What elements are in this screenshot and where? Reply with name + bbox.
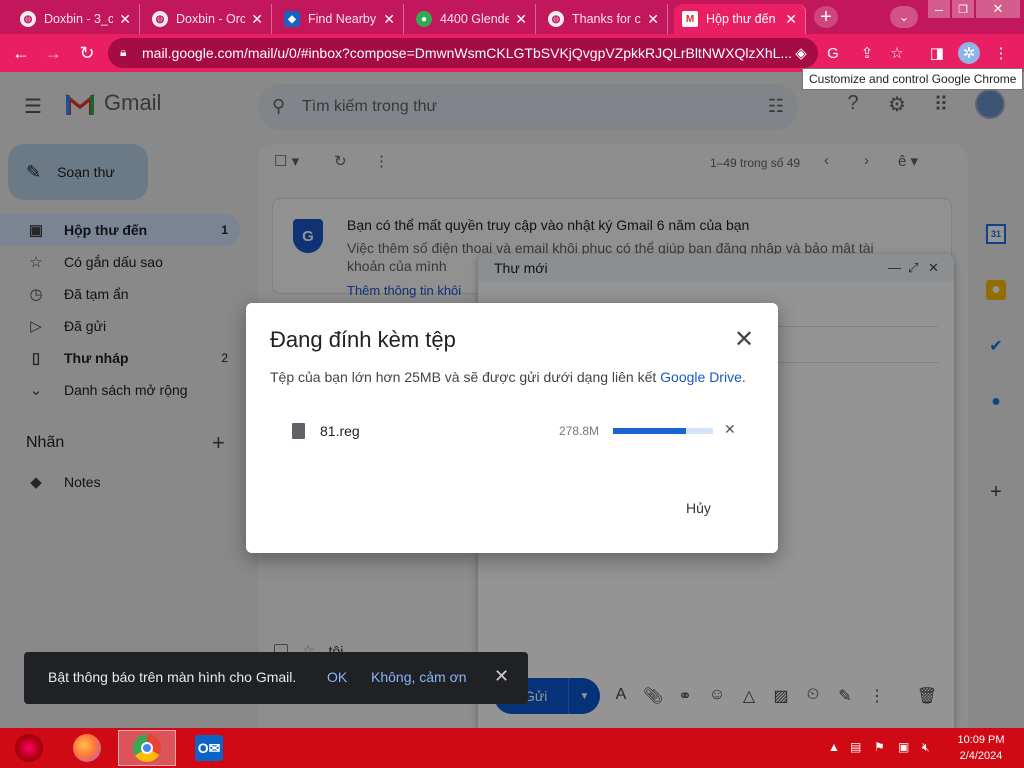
close-tab-icon[interactable]: ✕ (251, 11, 263, 28)
upload-progress-fill (613, 428, 686, 434)
firefox-icon (73, 734, 101, 762)
dominos-icon: ◆ (284, 11, 300, 27)
toast-dismiss-button[interactable]: Không, cảm ơn (371, 669, 467, 685)
reload-button[interactable]: ↻ (74, 40, 100, 66)
google-lens-icon[interactable]: G (822, 42, 844, 64)
firefox-taskbar-icon[interactable] (58, 730, 116, 766)
outlook-taskbar-icon[interactable]: O✉ (180, 730, 238, 766)
forward-button[interactable]: → (40, 40, 66, 66)
dialog-message-text: Tệp của bạn lớn hơn 25MB và sẽ được gửi … (270, 369, 657, 385)
start-button[interactable] (0, 730, 58, 766)
dialog-message: Tệp của bạn lớn hơn 25MB và sẽ được gửi … (270, 369, 746, 385)
upload-file-row: 81.reg 278.8M ✕ (292, 421, 742, 441)
profile-avatar-icon[interactable]: ✲ (958, 42, 980, 64)
gmail-icon: M (682, 11, 698, 27)
cancel-upload-icon[interactable]: ✕ (724, 421, 736, 438)
chrome-icon (133, 734, 161, 762)
clock-time: 10:09 PM (957, 734, 1005, 746)
address-bar[interactable]: 🔒︎ mail.google.com/mail/u/0/#inbox?compo… (108, 38, 818, 68)
lock-icon: 🔒︎ (120, 45, 127, 59)
chrome-taskbar-icon[interactable] (118, 730, 176, 766)
outlook-icon: O✉ (195, 735, 223, 761)
toast-message: Bật thông báo trên màn hình cho Gmail. (48, 669, 297, 685)
globe-icon: ◍ (20, 11, 36, 27)
globe-icon: ◍ (152, 11, 168, 27)
close-icon[interactable]: ✕ (732, 325, 756, 354)
system-clock[interactable]: 10:09 PM 2/4/2024 (952, 732, 1010, 764)
network-icon[interactable]: ▣ (898, 740, 909, 754)
restore-button[interactable]: ❐ (952, 0, 974, 18)
cancel-button[interactable]: Hủy (686, 500, 711, 516)
url-text: mail.google.com/mail/u/0/#inbox?compose=… (142, 45, 793, 61)
dialog-message-end: . (741, 369, 746, 385)
close-tab-icon[interactable]: ✕ (647, 11, 659, 28)
volume-icon[interactable]: 🔇︎ (922, 740, 930, 755)
extension-icon[interactable]: ◈ (790, 42, 812, 64)
browser-tab[interactable]: ◆ Find Nearby ✕ (276, 4, 404, 34)
start-orb-icon (15, 734, 43, 762)
tooltip: Customize and control Google Chrome (802, 68, 1024, 90)
close-tab-icon[interactable]: ✕ (785, 11, 797, 28)
side-panel-icon[interactable]: ◨ (926, 42, 948, 64)
show-hidden-icons[interactable]: ▲ (828, 740, 840, 754)
browser-tab[interactable]: ● 4400 Glende ✕ (408, 4, 536, 34)
maps-icon: ● (416, 11, 432, 27)
attaching-file-dialog: Đang đính kèm tệp ✕ Tệp của bạn lớn hơn … (246, 303, 778, 553)
dialog-title: Đang đính kèm tệp (270, 327, 456, 352)
tab-search-button[interactable]: ⌄ (890, 6, 918, 28)
windows-taskbar: O✉ ▲ ▤ ⚑ ▣ 🔇︎ 10:09 PM 2/4/2024 (0, 728, 1024, 768)
close-icon[interactable]: ✕ (494, 666, 509, 687)
browser-tab-active[interactable]: M Hộp thư đến ✕ (674, 4, 806, 34)
browser-tab[interactable]: ◍ Doxbin - Orc ✕ (144, 4, 272, 34)
notification-toast: Bật thông báo trên màn hình cho Gmail. O… (24, 652, 528, 704)
browser-tab[interactable]: ◍ Doxbin - 3_c ✕ (12, 4, 140, 34)
share-icon[interactable]: ⇪ (856, 42, 878, 64)
close-tab-icon[interactable]: ✕ (383, 11, 395, 28)
close-window-button[interactable]: ✕ (976, 0, 1020, 18)
file-name: 81.reg (320, 423, 360, 439)
file-size: 278.8M (559, 424, 600, 438)
browser-toolbar: ← → ↻ 🔒︎ mail.google.com/mail/u/0/#inbox… (0, 34, 1024, 72)
new-tab-button[interactable]: + (814, 6, 838, 28)
upload-progress-bar (613, 428, 713, 434)
action-center-icon[interactable]: ▤ (850, 740, 861, 754)
close-tab-icon[interactable]: ✕ (515, 11, 527, 28)
chrome-menu-icon[interactable]: ⋮ (990, 42, 1012, 64)
file-icon (292, 423, 305, 439)
toast-ok-button[interactable]: OK (327, 669, 347, 685)
bookmark-star-icon[interactable]: ☆ (886, 42, 908, 64)
clock-date: 2/4/2024 (959, 750, 1003, 762)
browser-tab-strip: ◍ Doxbin - 3_c ✕ ◍ Doxbin - Orc ✕ ◆ Find… (0, 0, 1024, 34)
close-tab-icon[interactable]: ✕ (119, 11, 131, 28)
flag-icon[interactable]: ⚑ (874, 740, 885, 754)
google-drive-link[interactable]: Google Drive (660, 369, 742, 385)
minimize-button[interactable]: – (928, 0, 950, 18)
browser-tab[interactable]: ◍ Thanks for c ✕ (540, 4, 668, 34)
globe-icon: ◍ (548, 11, 564, 27)
back-button[interactable]: ← (8, 40, 34, 66)
